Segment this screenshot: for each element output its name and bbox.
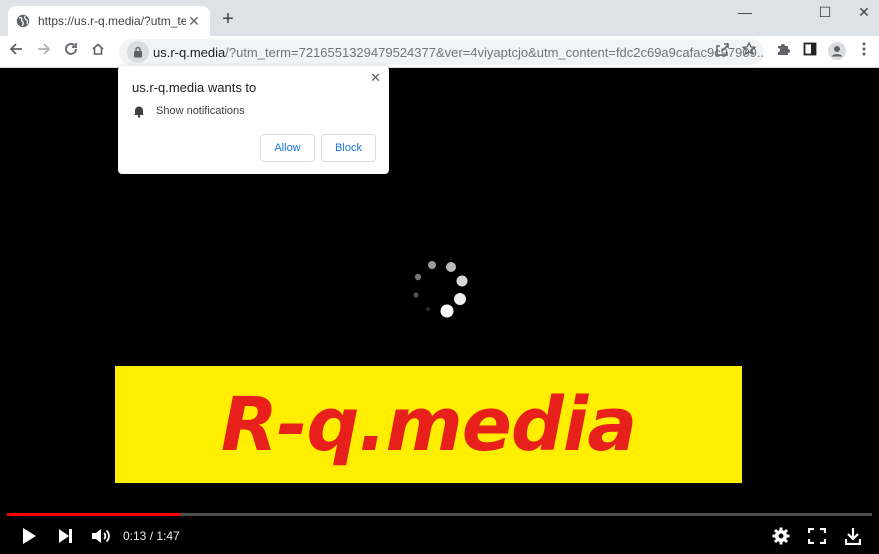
settings-icon[interactable]	[769, 524, 793, 548]
forward-icon[interactable]	[34, 42, 54, 62]
url-path: /?utm_term=7216551329479524377&ver=4viya…	[225, 44, 764, 60]
block-button[interactable]: Block	[321, 134, 376, 162]
brand-banner[interactable]: R-q.media	[115, 366, 742, 483]
dialog-heading: us.r-q.media wants to	[132, 80, 257, 95]
download-icon[interactable]	[841, 524, 865, 548]
browser-toolbar: us.r-q.media/?utm_term=72165513294795243…	[0, 36, 879, 68]
back-icon[interactable]	[6, 42, 26, 62]
extensions-icon[interactable]	[773, 42, 793, 62]
maximize-button[interactable]: ☐	[805, 4, 845, 24]
menu-icon[interactable]	[854, 42, 874, 62]
minimize-button[interactable]: —	[725, 4, 765, 24]
banner-text: R-q.media	[220, 381, 637, 468]
share-icon[interactable]	[712, 42, 732, 62]
tab-title: https://us.r-q.media/?utm_term=	[38, 14, 186, 28]
browser-tab[interactable]: https://us.r-q.media/?utm_term= ✕	[8, 6, 210, 36]
globe-icon	[16, 14, 30, 28]
allow-button[interactable]: Allow	[260, 134, 315, 162]
video-progress-bar[interactable]	[7, 513, 872, 516]
address-bar[interactable]: us.r-q.media/?utm_term=72165513294795243…	[119, 39, 764, 65]
lock-icon[interactable]	[127, 41, 149, 63]
profile-icon[interactable]	[827, 42, 847, 62]
new-tab-button[interactable]: +	[218, 9, 238, 30]
volume-icon[interactable]	[89, 524, 113, 548]
next-icon[interactable]	[53, 524, 77, 548]
home-icon[interactable]	[88, 42, 108, 62]
permission-label: Show notifications	[156, 105, 245, 117]
video-time: 0:13 / 1:47	[123, 529, 180, 543]
reload-icon[interactable]	[61, 42, 81, 62]
video-progress-played	[7, 513, 180, 516]
url-host: us.r-q.media	[153, 44, 226, 60]
dialog-close-icon[interactable]: ✕	[370, 70, 381, 86]
notification-permission-dialog: us.r-q.media wants to ✕ Show notificatio…	[118, 66, 389, 174]
permission-row: Show notifications	[132, 104, 245, 118]
play-icon[interactable]	[17, 524, 41, 548]
star-icon[interactable]	[739, 41, 759, 62]
tab-strip: https://us.r-q.media/?utm_term= ✕ + — ☐ …	[0, 0, 879, 36]
fullscreen-icon[interactable]	[805, 524, 829, 548]
loading-spinner-icon	[413, 261, 468, 318]
bell-icon	[134, 106, 144, 118]
tab-close-icon[interactable]: ✕	[186, 13, 202, 29]
sidepanel-icon[interactable]	[800, 42, 820, 62]
window-close-button[interactable]: ✕	[844, 4, 879, 24]
